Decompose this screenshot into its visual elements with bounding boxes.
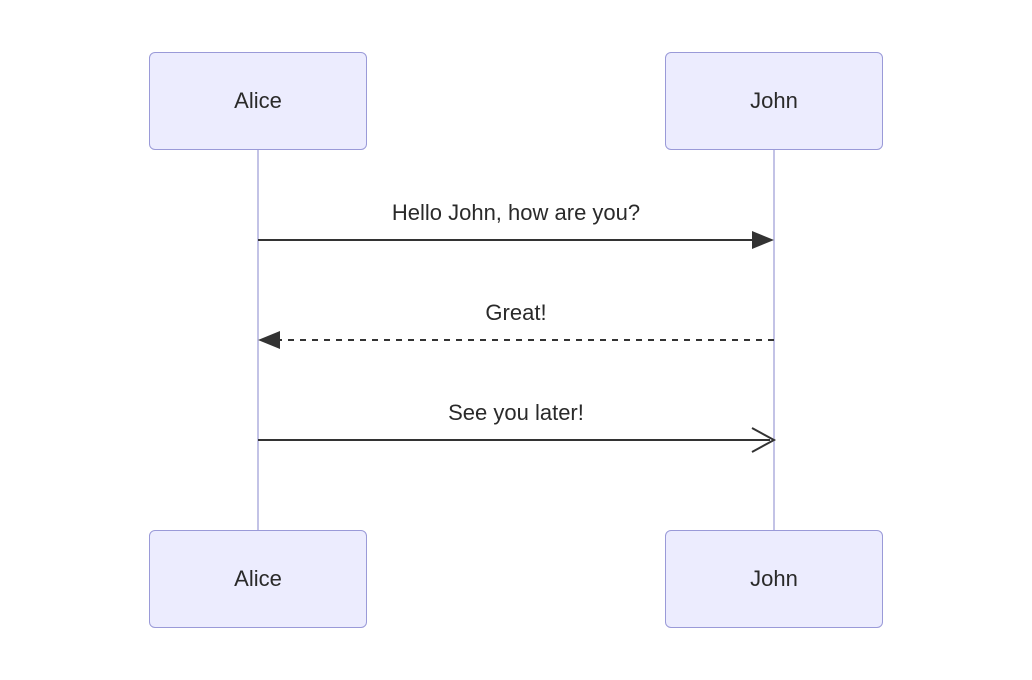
message-label-2: Great! xyxy=(258,300,774,326)
actor-label: Alice xyxy=(234,566,282,592)
actor-box-john-bottom: John xyxy=(665,530,883,628)
message-arrow-1 xyxy=(258,231,774,249)
actor-label: John xyxy=(750,566,798,592)
actor-box-alice-bottom: Alice xyxy=(149,530,367,628)
sequence-diagram: Alice John Hello John, how are you? Grea… xyxy=(0,0,1032,680)
message-label-3: See you later! xyxy=(258,400,774,426)
actor-box-john-top: John xyxy=(665,52,883,150)
actor-label: John xyxy=(750,88,798,114)
actor-box-alice-top: Alice xyxy=(149,52,367,150)
actor-label: Alice xyxy=(234,88,282,114)
message-label-1: Hello John, how are you? xyxy=(258,200,774,226)
message-arrow-3 xyxy=(258,428,774,452)
message-arrow-2 xyxy=(258,331,774,349)
